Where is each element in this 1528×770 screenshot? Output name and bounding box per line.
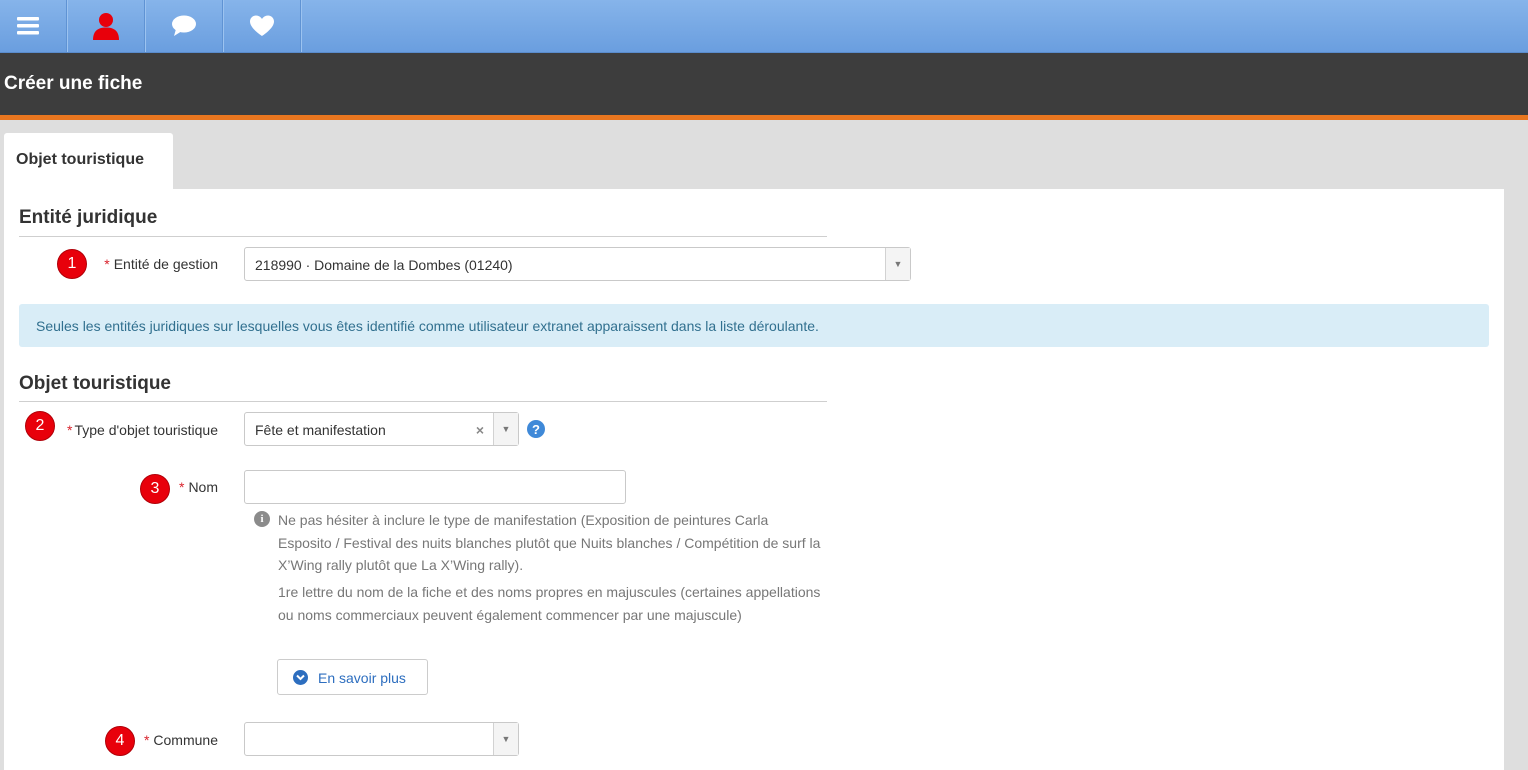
type-objet-select[interactable]: Fête et manifestation × ▼ [244,412,519,446]
menu-icon [17,17,39,35]
type-objet-label-text: Type d'objet touristique [74,422,218,438]
heart-icon [250,15,274,36]
nom-input[interactable] [244,470,626,504]
clear-icon[interactable]: × [476,422,484,438]
en-savoir-plus-button[interactable]: En savoir plus [277,659,428,695]
entite-gestion-label: * Entité de gestion [104,256,218,272]
required-mark: * [104,256,110,272]
user-icon [93,13,119,40]
user-button[interactable] [68,0,145,52]
page-title: Créer une fiche [4,73,143,94]
top-toolbar [0,0,1528,53]
favorites-button[interactable] [224,0,301,52]
step-badge-3: 3 [140,474,170,504]
required-mark: * [67,422,73,438]
nom-label: * Nom [179,479,218,495]
chevron-down-icon[interactable]: ▼ [493,723,518,755]
menu-button[interactable] [0,0,67,52]
section-title-objet: Objet touristique [19,373,171,394]
section-title-entite: Entité juridique [19,207,158,228]
tab-objet-touristique[interactable]: Objet touristique [4,133,173,189]
chevron-down-icon[interactable]: ▼ [885,248,910,280]
accent-divider [0,115,1528,120]
tab-label: Objet touristique [16,151,144,168]
step-badge-1: 1 [57,249,87,279]
chat-icon [172,15,196,36]
type-objet-label: * Type d'objet touristique [67,422,218,438]
info-icon: i [254,511,270,527]
entite-gestion-label-text: Entité de gestion [113,256,218,272]
commune-label-text: Commune [153,732,218,748]
nom-hint-paragraph-1: Ne pas hésiter à inclure le type de mani… [278,512,821,573]
en-savoir-plus-label: En savoir plus [318,670,406,686]
step-badge-2: 2 [25,411,55,441]
messages-button[interactable] [146,0,223,52]
info-alert: Seules les entités juridiques sur lesque… [19,304,1489,347]
type-objet-value: Fête et manifestation [255,422,386,438]
required-mark: * [143,732,150,748]
commune-select[interactable]: ▼ [244,722,519,756]
nom-hint-paragraph-2: 1re lettre du nom de la fiche et des nom… [278,584,821,623]
info-alert-text: Seules les entités juridiques sur lesque… [36,318,819,334]
chevron-circle-down-icon [293,670,308,685]
step-badge-4: 4 [105,726,135,756]
entite-gestion-select[interactable]: 218990 · Domaine de la Dombes (01240) ▼ [244,247,911,281]
commune-label: * Commune [144,732,218,748]
chevron-down-icon[interactable]: ▼ [493,413,518,445]
help-icon[interactable]: ? [527,420,545,438]
section-divider [19,236,827,237]
section-divider [19,401,827,402]
required-mark: * [178,479,185,495]
entite-gestion-value: 218990 · Domaine de la Dombes (01240) [255,257,513,273]
nom-label-text: Nom [188,479,218,495]
title-bar: Créer une fiche [0,53,1528,115]
